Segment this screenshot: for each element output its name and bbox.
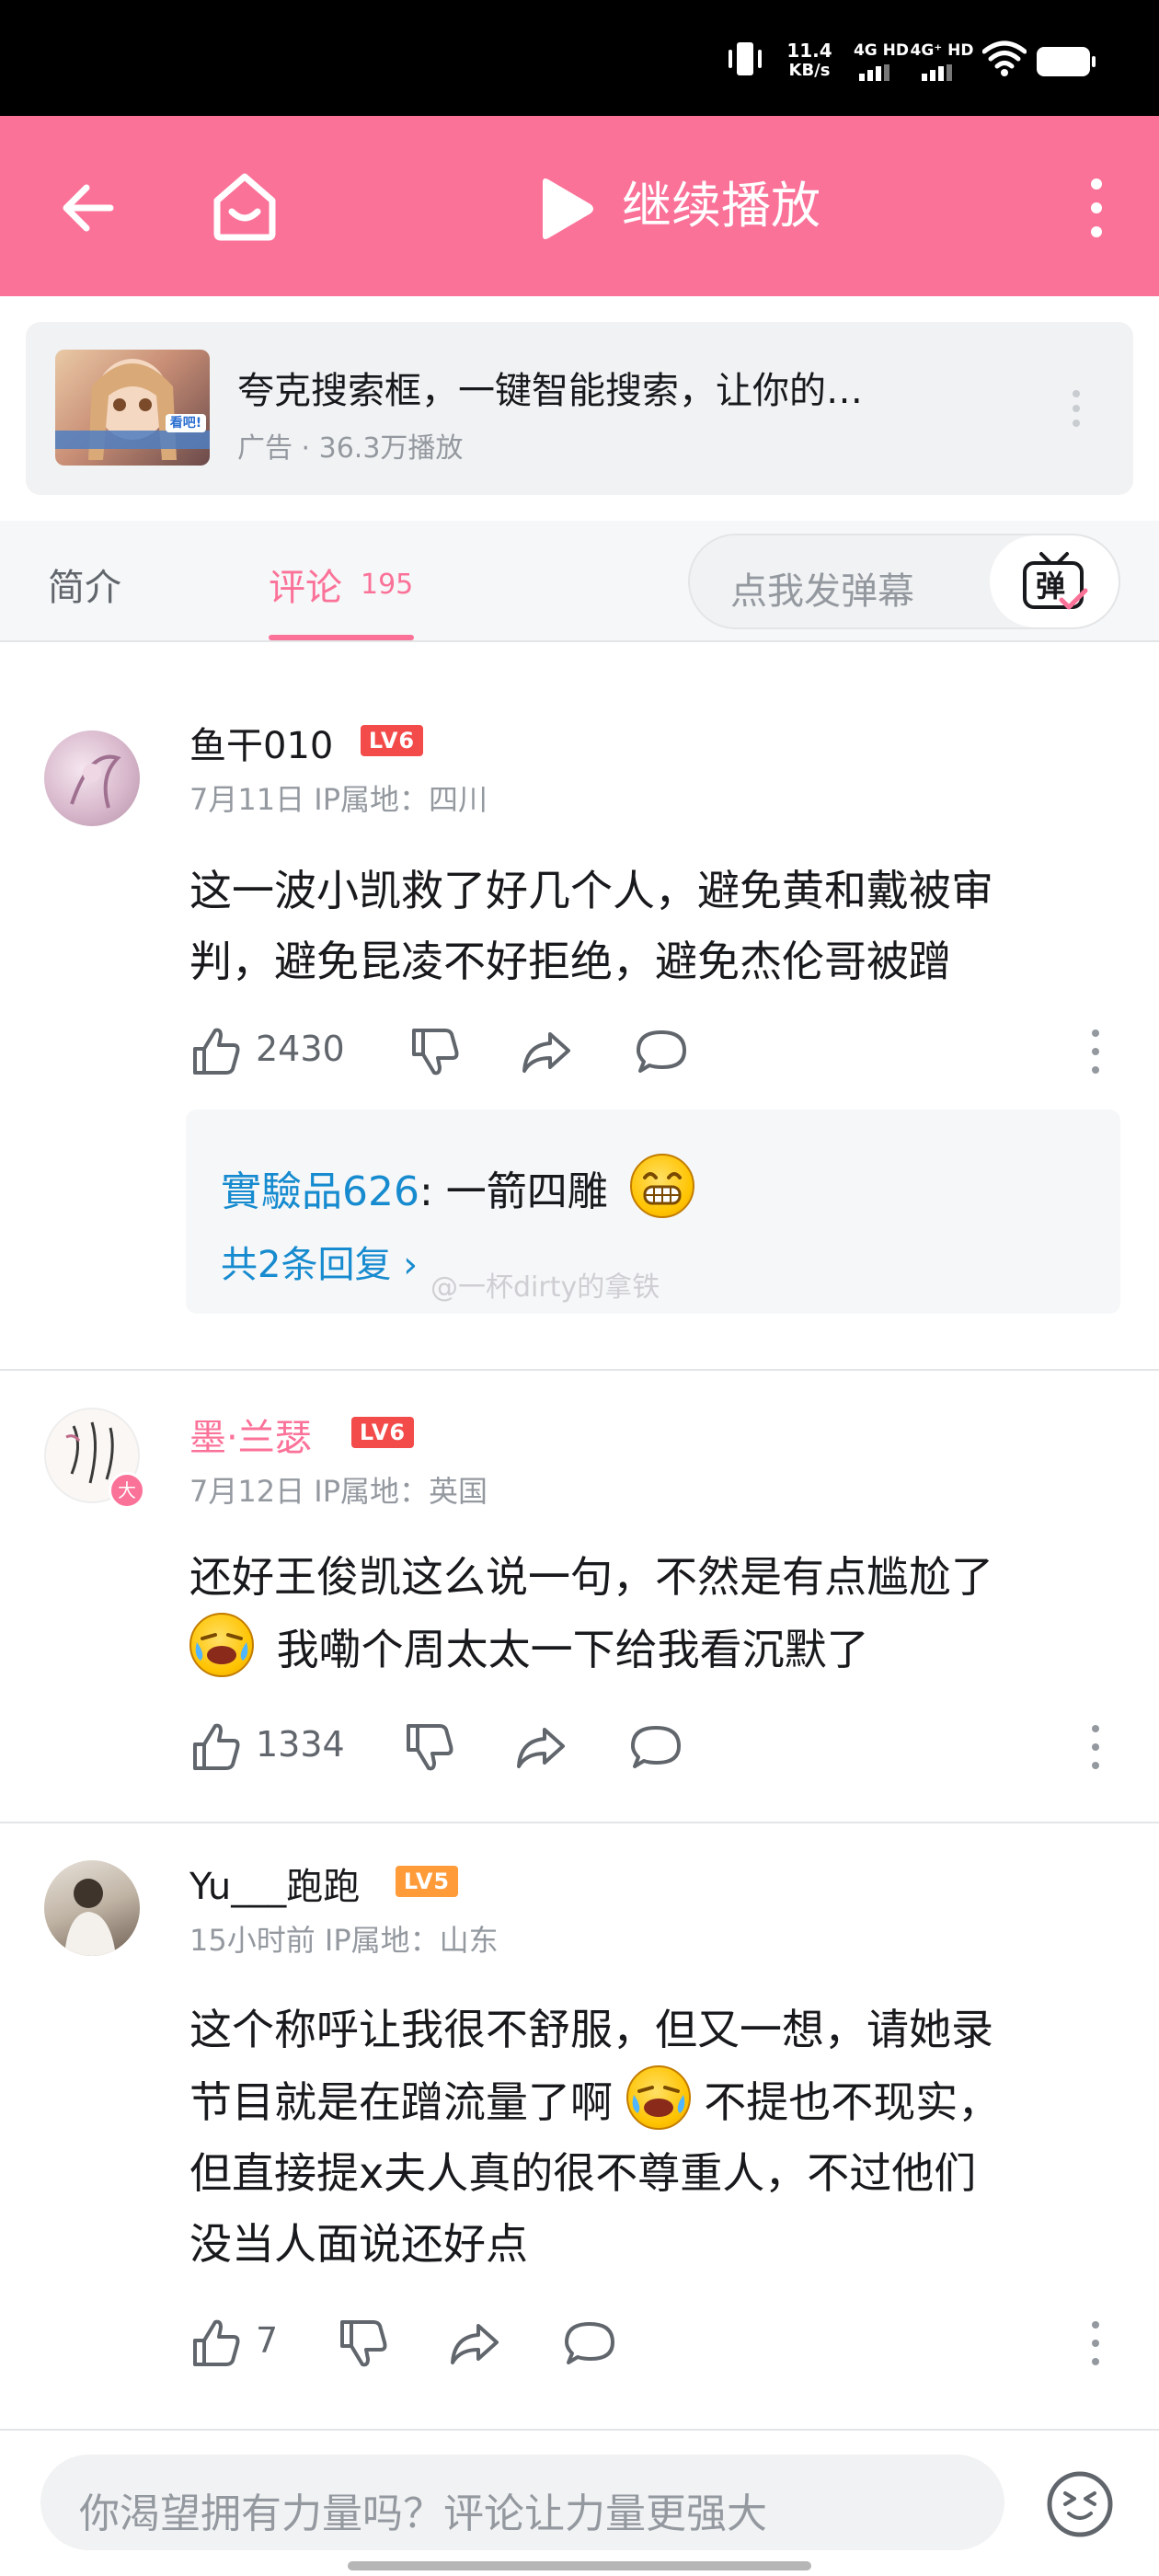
home-indicator — [348, 2561, 811, 2570]
comment-line-text: 节目就是在蹭流量了啊 — [189, 2077, 613, 2127]
sweat-laugh-emoji — [189, 1613, 254, 1677]
reply-line: 實驗品626: 一箭四雕 — [221, 1154, 694, 1218]
divider — [0, 1369, 1159, 1371]
tab-comment-count: 195 — [361, 569, 414, 601]
watermark: @一杯dirty的拿铁 — [430, 1271, 660, 1304]
status-bar: 11.4 KB/s 4G HD 4G⁺ HD — [0, 0, 1159, 116]
comment-line: 但直接提x夫人真的很不尊重人，不过他们 — [189, 2148, 977, 2198]
level-badge: LV6 — [351, 1417, 414, 1448]
grin-emoji — [629, 1154, 694, 1218]
ad-more-icon[interactable] — [1071, 388, 1082, 429]
comment-line: 这一波小凯救了好几个人，避免黄和戴被审 — [189, 866, 993, 915]
signal-icon — [859, 64, 889, 81]
danmaku-button-label: 弹 — [1036, 569, 1066, 604]
dislike-icon[interactable] — [408, 1025, 462, 1078]
avatar-art — [64, 1879, 116, 1956]
comment-text: 这个称呼让我很不舒服，但又一想，请她录 节目就是在蹭流量了啊 不提也不现实， 但… — [189, 1995, 1119, 2280]
reply-text: : 一箭四雕 — [419, 1168, 608, 1215]
share-icon[interactable] — [447, 2317, 500, 2370]
tab-intro[interactable]: 简介 — [48, 558, 121, 611]
action-row: 7 — [189, 2317, 1146, 2372]
vip-badge: 大 — [109, 1472, 145, 1509]
comment-line-text: 我嘞个周太太一下给我看沉默了 — [276, 1625, 869, 1674]
continue-play-label: 继续播放 — [622, 177, 820, 235]
danmaku-toggle-button[interactable]: 弹 — [990, 535, 1119, 627]
avatar-art — [70, 754, 121, 809]
like-count: 1334 — [256, 1724, 345, 1765]
level-badge: LV6 — [361, 725, 423, 756]
video-header: 继续播放 — [0, 116, 1159, 296]
like-icon[interactable] — [189, 2317, 243, 2370]
comment-text: 这一波小凯救了好几个人，避免黄和戴被审 判，避免昆凌不好拒绝，避免杰伦哥被蹭 — [189, 856, 1119, 997]
avatar[interactable] — [44, 730, 140, 826]
ad-thumbnail: 看吧! — [55, 350, 210, 466]
dislike-icon[interactable] — [337, 2317, 390, 2370]
comment-line-text: 不提也不现实， — [704, 2077, 1001, 2127]
comment-line: 节目就是在蹭流量了啊 不提也不现实， — [189, 2065, 1119, 2138]
comment-more-icon[interactable] — [1091, 1029, 1100, 1075]
play-icon — [543, 178, 593, 239]
comment-line: 还好王俊凯这么说一句，不然是有点尴尬了 — [189, 1552, 993, 1602]
net-speed: 11.4 KB/s — [780, 40, 839, 81]
home-icon[interactable] — [210, 169, 280, 243]
like-icon[interactable] — [189, 1720, 243, 1774]
wifi-icon — [982, 40, 1027, 76]
danmaku-input[interactable]: 点我发弹幕 弹 — [688, 534, 1120, 629]
back-arrow-icon[interactable] — [59, 178, 118, 237]
ad-thumb-label: 看吧! — [169, 416, 202, 431]
share-icon[interactable] — [513, 1720, 567, 1774]
comment-meta: 7月12日 IP属地：英国 — [189, 1474, 488, 1509]
comment-more-icon[interactable] — [1091, 2320, 1100, 2366]
battery-icon — [1037, 47, 1096, 76]
reply-icon[interactable] — [635, 1025, 688, 1078]
comment-line: 我嘞个周太太一下给我看沉默了 — [189, 1613, 1119, 1685]
like-icon[interactable] — [189, 1025, 243, 1078]
danmaku-placeholder: 点我发弹幕 — [730, 570, 914, 613]
comment-text: 还好王俊凯这么说一句，不然是有点尴尬了 我嘞个周太太一下给我看沉默了 — [189, 1542, 1119, 1685]
net-speed-unit: KB/s — [788, 61, 831, 80]
ad-meta: 广告 · 36.3万播放 — [237, 432, 464, 465]
ad-card[interactable]: 看吧! 夸克搜索框，一键智能搜索，让你的… 广告 · 36.3万播放 — [26, 322, 1133, 495]
like-count: 2430 — [256, 1029, 345, 1069]
divider — [0, 1822, 1159, 1823]
sim1-label: 4G HD — [853, 41, 910, 60]
username[interactable]: 墨·兰瑟 — [189, 1408, 312, 1461]
anime-girl-image — [55, 359, 210, 460]
comment-meta: 15小时前 IP属地：山东 — [189, 1923, 499, 1958]
comment-meta: 7月11日 IP属地：四川 — [189, 782, 488, 817]
tab-bar: 简介 评论 195 点我发弹幕 弹 — [0, 521, 1159, 642]
sweat-laugh-emoji — [625, 2065, 691, 2130]
tab-active-indicator — [269, 635, 414, 640]
share-icon[interactable] — [519, 1025, 572, 1078]
username[interactable]: 鱼干010 — [189, 716, 333, 769]
view-all-replies-link[interactable]: 共2条回复 › — [221, 1235, 418, 1288]
comment-input-placeholder: 你渴望拥有力量吗？评论让力量更强大 — [79, 2490, 767, 2537]
sim2-label: 4G⁺ HD — [910, 41, 974, 60]
signal-icon — [922, 64, 952, 81]
reply-icon[interactable] — [629, 1720, 683, 1774]
net-speed-value: 11.4 — [786, 40, 832, 62]
reply-username[interactable]: 實驗品626 — [221, 1168, 419, 1215]
comment-more-icon[interactable] — [1091, 1724, 1100, 1770]
like-count: 7 — [256, 2320, 279, 2361]
comment-line: 判，避免昆凌不好拒绝，避免杰伦哥被蹭 — [189, 937, 951, 986]
avatar[interactable] — [44, 1860, 140, 1956]
bottom-comment-bar: 你渴望拥有力量吗？评论让力量更强大 — [0, 2429, 1159, 2576]
action-row: 1334 — [189, 1720, 1146, 1776]
comment-line: 没当人面说还好点 — [189, 2219, 528, 2269]
continue-play-button[interactable]: 继续播放 — [534, 171, 975, 245]
more-vertical-icon[interactable] — [1085, 175, 1107, 241]
vibrate-icon — [729, 42, 762, 75]
emoji-face-icon[interactable] — [1045, 2469, 1115, 2539]
username[interactable]: Yu___跑跑 — [189, 1857, 360, 1910]
dislike-icon[interactable] — [403, 1720, 456, 1774]
comment-input[interactable]: 你渴望拥有力量吗？评论让力量更强大 — [40, 2455, 1004, 2550]
tab-comments[interactable]: 评论 — [269, 558, 342, 611]
action-row: 2430 — [189, 1025, 1146, 1080]
ad-title: 夸克搜索框，一键智能搜索，让你的… — [237, 370, 863, 412]
reply-icon[interactable] — [563, 2317, 616, 2370]
comment-line: 这个称呼让我很不舒服，但又一想，请她录 — [189, 2005, 993, 2054]
level-badge: LV5 — [396, 1866, 458, 1897]
